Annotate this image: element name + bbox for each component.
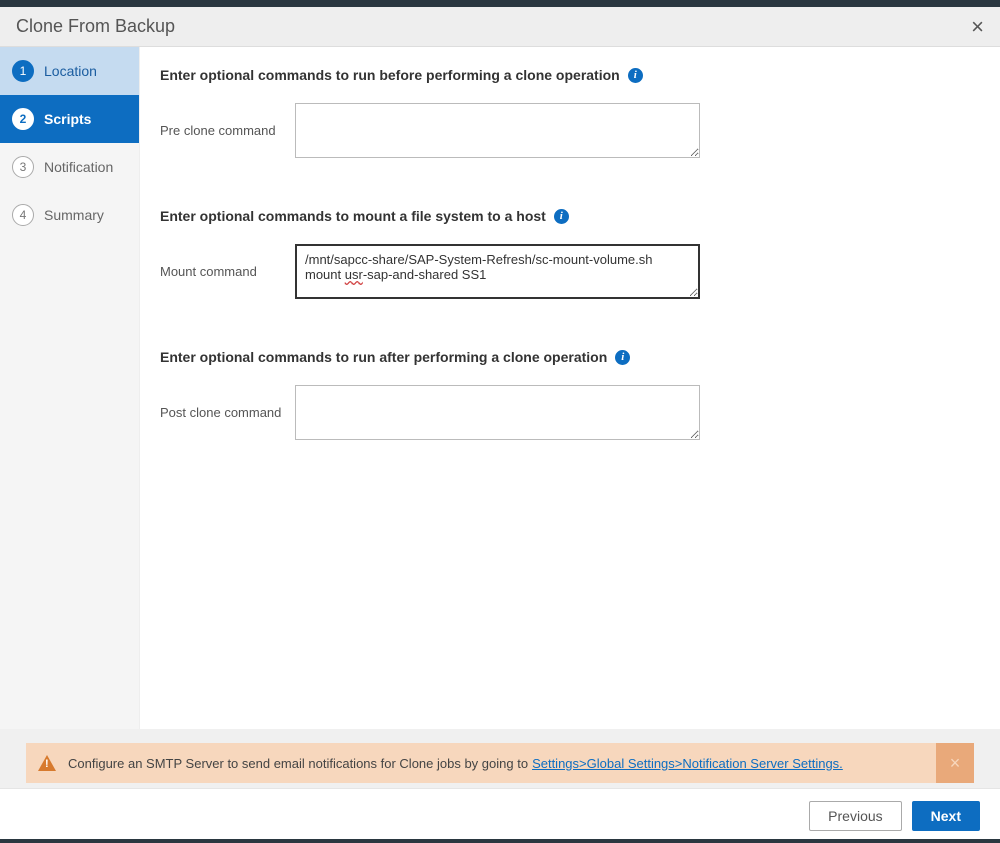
- step-label: Scripts: [44, 111, 91, 127]
- step-label: Notification: [44, 159, 113, 175]
- dismiss-icon[interactable]: ×: [936, 743, 974, 783]
- step-summary[interactable]: 4 Summary: [0, 191, 139, 239]
- mount-input[interactable]: /mnt/sapcc-share/SAP-System-Refresh/sc-m…: [295, 244, 700, 299]
- notification-settings-link[interactable]: Settings>Global Settings>Notification Se…: [532, 756, 843, 771]
- post-clone-heading: Enter optional commands to run after per…: [160, 349, 970, 365]
- post-clone-label: Post clone command: [160, 405, 295, 420]
- dialog-header: Clone From Backup ×: [0, 7, 1000, 47]
- smtp-warning-bar: Configure an SMTP Server to send email n…: [26, 743, 974, 783]
- wizard-footer: Previous Next: [0, 788, 1000, 843]
- info-icon[interactable]: i: [628, 68, 643, 83]
- step-number: 3: [12, 156, 34, 178]
- step-number: 2: [12, 108, 34, 130]
- info-icon[interactable]: i: [554, 209, 569, 224]
- wizard-sidebar: 1 Location 2 Scripts 3 Notification 4 Su…: [0, 47, 140, 729]
- post-clone-input[interactable]: [295, 385, 700, 440]
- pre-clone-heading: Enter optional commands to run before pe…: [160, 67, 970, 83]
- pre-clone-input[interactable]: [295, 103, 700, 158]
- step-notification[interactable]: 3 Notification: [0, 143, 139, 191]
- next-button[interactable]: Next: [912, 801, 980, 831]
- mount-label: Mount command: [160, 264, 295, 279]
- step-location[interactable]: 1 Location: [0, 47, 139, 95]
- info-icon[interactable]: i: [615, 350, 630, 365]
- mount-heading: Enter optional commands to mount a file …: [160, 208, 970, 224]
- warning-text: Configure an SMTP Server to send email n…: [68, 756, 528, 771]
- pre-clone-label: Pre clone command: [160, 123, 295, 138]
- previous-button[interactable]: Previous: [809, 801, 901, 831]
- step-number: 4: [12, 204, 34, 226]
- step-label: Summary: [44, 207, 104, 223]
- step-label: Location: [44, 63, 97, 79]
- dialog-title: Clone From Backup: [16, 16, 175, 37]
- warning-icon: [38, 755, 56, 771]
- wizard-main: Enter optional commands to run before pe…: [140, 47, 1000, 729]
- step-number: 1: [12, 60, 34, 82]
- step-scripts[interactable]: 2 Scripts: [0, 95, 139, 143]
- close-icon[interactable]: ×: [967, 14, 988, 40]
